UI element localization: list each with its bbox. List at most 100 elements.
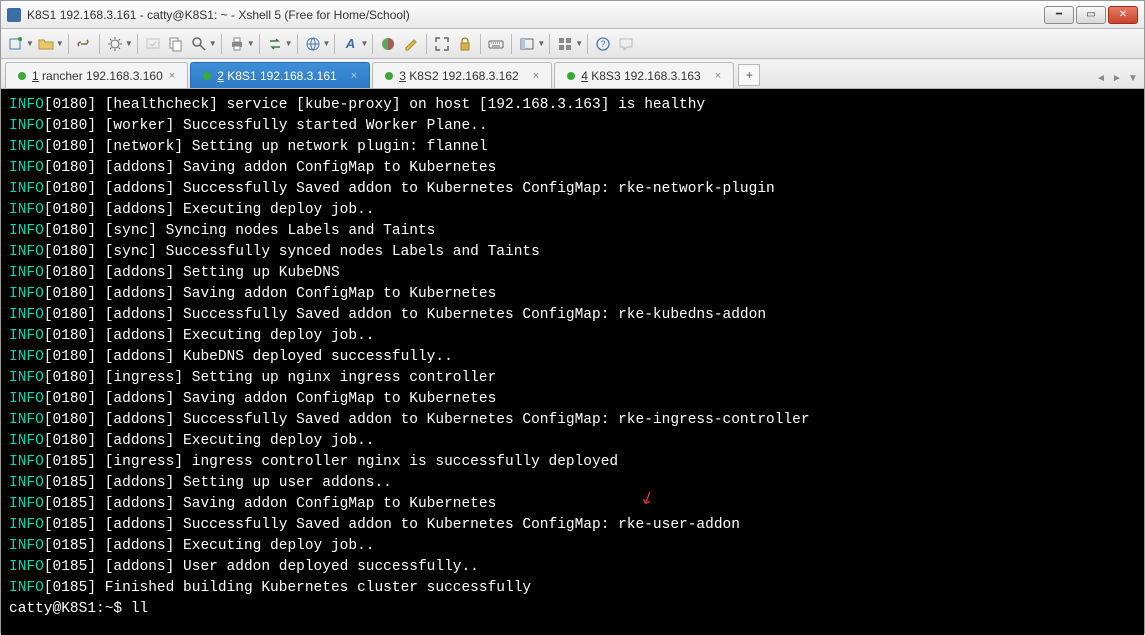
session-tab[interactable]: 3 K8S2 192.168.3.162 × [372, 62, 552, 88]
titlebar: K8S1 192.168.3.161 - catty@K8S1: ~ - Xsh… [1, 1, 1144, 29]
separator [297, 34, 298, 54]
globe-icon[interactable] [302, 33, 324, 55]
log-line: INFO[0180] [addons] Successfully Saved a… [9, 410, 1136, 431]
open-icon[interactable] [35, 33, 57, 55]
separator [259, 34, 260, 54]
separator [587, 34, 588, 54]
log-line: INFO[0180] [addons] KubeDNS deployed suc… [9, 347, 1136, 368]
properties-icon[interactable] [104, 33, 126, 55]
status-dot-icon [567, 72, 575, 80]
dropdown-icon[interactable]: ▼ [323, 39, 331, 48]
separator [221, 34, 222, 54]
separator [372, 34, 373, 54]
reconnect-icon[interactable] [142, 33, 164, 55]
log-line: INFO[0180] [addons] Executing deploy job… [9, 200, 1136, 221]
transfer-icon[interactable] [264, 33, 286, 55]
close-tab-icon[interactable]: × [169, 70, 175, 82]
log-line: INFO[0180] [addons] Executing deploy job… [9, 431, 1136, 452]
log-line: INFO[0185] [addons] Setting up user addo… [9, 473, 1136, 494]
tab-nav: ◄ ► ▼ [1094, 73, 1140, 84]
separator [511, 34, 512, 54]
log-line: INFO[0180] [addons] Executing deploy job… [9, 326, 1136, 347]
status-dot-icon [203, 72, 211, 80]
copy-icon[interactable] [165, 33, 187, 55]
feedback-icon[interactable] [615, 33, 637, 55]
toolbar: ▼ ▼ ▼ ▼ ▼ ▼ ▼ A▼ ▼ ▼ ? [1, 29, 1144, 59]
log-line: INFO[0180] [network] Setting up network … [9, 137, 1136, 158]
maximize-button[interactable]: ▭ [1076, 6, 1106, 24]
log-line: INFO[0185] [addons] User addon deployed … [9, 557, 1136, 578]
log-line: INFO[0180] [sync] Successfully synced no… [9, 242, 1136, 263]
tab-next-icon[interactable]: ► [1110, 73, 1124, 84]
log-line: INFO[0180] [addons] Setting up KubeDNS [9, 263, 1136, 284]
dropdown-icon[interactable]: ▼ [575, 39, 583, 48]
session-tab[interactable]: 2 K8S1 192.168.3.161 × [190, 62, 370, 88]
lock-icon[interactable] [454, 33, 476, 55]
layout-icon[interactable] [554, 33, 576, 55]
dropdown-icon[interactable]: ▼ [537, 39, 545, 48]
dropdown-icon[interactable]: ▼ [285, 39, 293, 48]
log-line: INFO[0185] [ingress] ingress controller … [9, 452, 1136, 473]
log-line: INFO[0180] [addons] Saving addon ConfigM… [9, 389, 1136, 410]
separator [68, 34, 69, 54]
fullscreen-icon[interactable] [431, 33, 453, 55]
dropdown-icon[interactable]: ▼ [209, 39, 217, 48]
color-scheme-icon[interactable] [377, 33, 399, 55]
search-icon[interactable] [188, 33, 210, 55]
minimize-button[interactable]: ━ [1044, 6, 1074, 24]
tab-bar: 1 rancher 192.168.3.160×2 K8S1 192.168.3… [1, 59, 1144, 89]
log-line: INFO[0180] [addons] Saving addon ConfigM… [9, 158, 1136, 179]
separator [99, 34, 100, 54]
dropdown-icon[interactable]: ▼ [247, 39, 255, 48]
log-line: INFO[0185] [addons] Executing deploy job… [9, 536, 1136, 557]
status-dot-icon [18, 72, 26, 80]
session-tab[interactable]: 4 K8S3 192.168.3.163 × [554, 62, 734, 88]
log-line: INFO[0180] [addons] Successfully Saved a… [9, 305, 1136, 326]
close-button[interactable]: ✕ [1108, 6, 1138, 24]
log-line: INFO[0185] [addons] Successfully Saved a… [9, 515, 1136, 536]
dropdown-icon[interactable]: ▼ [360, 39, 368, 48]
log-line: INFO[0180] [worker] Successfully started… [9, 116, 1136, 137]
tab-label: 4 K8S3 192.168.3.163 [581, 69, 700, 83]
log-line: INFO[0180] [addons] Saving addon ConfigM… [9, 284, 1136, 305]
prompt-line: catty@K8S1:~$ ll [9, 599, 1136, 620]
separator [334, 34, 335, 54]
dropdown-icon[interactable]: ▼ [26, 39, 34, 48]
tab-prev-icon[interactable]: ◄ [1094, 73, 1108, 84]
close-tab-icon[interactable]: × [715, 70, 721, 82]
log-line: INFO[0185] [addons] Saving addon ConfigM… [9, 494, 1136, 515]
separator [549, 34, 550, 54]
log-line: INFO[0180] [addons] Successfully Saved a… [9, 179, 1136, 200]
log-line: INFO[0185] Finished building Kubernetes … [9, 578, 1136, 599]
status-dot-icon [385, 72, 393, 80]
log-line: INFO[0180] [sync] Syncing nodes Labels a… [9, 221, 1136, 242]
separator [480, 34, 481, 54]
log-line: INFO[0180] [ingress] Setting up nginx in… [9, 368, 1136, 389]
tab-list-icon[interactable]: ▼ [1126, 73, 1140, 84]
separator [426, 34, 427, 54]
close-tab-icon[interactable]: × [533, 70, 539, 82]
add-tab-button[interactable]: + [738, 64, 760, 86]
terminal-output[interactable]: ↙ INFO[0180] [healthcheck] service [kube… [1, 89, 1144, 635]
app-icon [7, 8, 21, 22]
print-icon[interactable] [226, 33, 248, 55]
window-buttons: ━ ▭ ✕ [1044, 6, 1138, 24]
window-title: K8S1 192.168.3.161 - catty@K8S1: ~ - Xsh… [27, 8, 1044, 22]
dropdown-icon[interactable]: ▼ [56, 39, 64, 48]
svg-text:?: ? [601, 39, 606, 49]
session-tab[interactable]: 1 rancher 192.168.3.160 × [5, 62, 188, 88]
close-tab-icon[interactable]: × [351, 70, 357, 82]
keyboard-icon[interactable] [485, 33, 507, 55]
tab-label: 3 K8S2 192.168.3.162 [399, 69, 518, 83]
highlight-icon[interactable] [400, 33, 422, 55]
dropdown-icon[interactable]: ▼ [125, 39, 133, 48]
log-line: INFO[0180] [healthcheck] service [kube-p… [9, 95, 1136, 116]
tab-label: 2 K8S1 192.168.3.161 [217, 69, 336, 83]
link-icon[interactable] [73, 33, 95, 55]
separator [137, 34, 138, 54]
tab-label: 1 rancher 192.168.3.160 [32, 69, 163, 83]
font-icon[interactable]: A [339, 33, 361, 55]
help-icon[interactable]: ? [592, 33, 614, 55]
sidebar-icon[interactable] [516, 33, 538, 55]
new-session-icon[interactable] [5, 33, 27, 55]
